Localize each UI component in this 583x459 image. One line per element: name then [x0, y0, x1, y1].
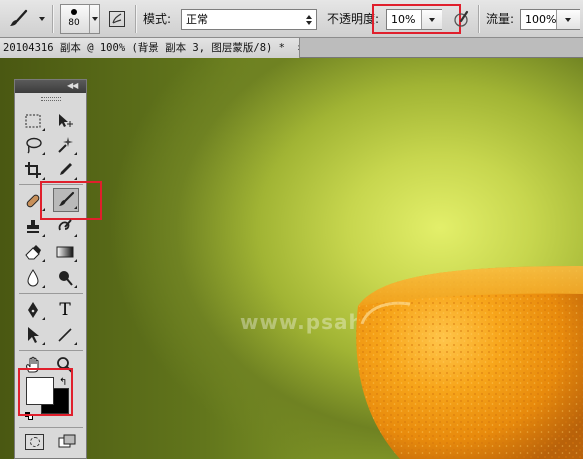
- flow-input[interactable]: 100%: [520, 9, 580, 30]
- magic-wand-tool[interactable]: [52, 133, 78, 157]
- blend-mode-select[interactable]: 正常: [181, 9, 317, 30]
- drop-icon: [27, 269, 39, 287]
- chevron-down-icon: [39, 17, 45, 21]
- blur-tool[interactable]: [20, 266, 46, 290]
- flow-dropdown-button[interactable]: [556, 10, 580, 29]
- chevron-down-icon: [565, 18, 571, 22]
- rectangle-marquee-icon: [25, 114, 41, 128]
- divider: [19, 427, 83, 428]
- collapse-arrows-icon[interactable]: ◀◀: [67, 81, 78, 90]
- magic-wand-icon: [58, 137, 73, 153]
- orange-image: [356, 266, 583, 459]
- brush-tip-dot: [71, 9, 77, 15]
- history-brush-tool[interactable]: [52, 215, 78, 239]
- pressure-opacity-button[interactable]: [452, 9, 472, 29]
- gradient-tool[interactable]: [52, 240, 78, 264]
- color-swatches-highlight-box: [18, 368, 73, 416]
- opacity-value: 10%: [391, 13, 416, 26]
- crop-tool[interactable]: [20, 158, 46, 182]
- opacity-dropdown-button[interactable]: [421, 10, 442, 29]
- document-canvas[interactable]: www.psahz.com: [0, 58, 583, 459]
- move-tool[interactable]: [52, 109, 78, 133]
- pen-pressure-icon: [454, 10, 469, 27]
- eraser-tool[interactable]: [20, 240, 46, 264]
- tools-panel-header[interactable]: ◀◀: [15, 80, 86, 93]
- brush-panel-toggle-button[interactable]: [107, 9, 127, 29]
- line-icon: [58, 328, 72, 342]
- updown-arrows-icon: [306, 12, 312, 27]
- crop-icon: [25, 162, 41, 178]
- divider: [19, 293, 83, 294]
- brush-panel-icon: [109, 11, 125, 27]
- brush-size-value: 80: [68, 18, 80, 28]
- quick-mask-icon: [29, 437, 40, 447]
- dodge-icon: [59, 271, 73, 286]
- grip-handle[interactable]: [41, 97, 61, 101]
- mode-label: 模式:: [143, 12, 172, 26]
- chevron-down-icon: [92, 17, 98, 21]
- path-selection-tool[interactable]: [20, 323, 46, 347]
- close-icon[interactable]: ×: [297, 42, 299, 54]
- opacity-input[interactable]: 10%: [386, 9, 442, 30]
- pen-tool[interactable]: [20, 298, 46, 322]
- history-brush-icon: [58, 219, 72, 231]
- marquee-tool[interactable]: [20, 109, 46, 133]
- separator: [52, 5, 54, 33]
- eyedropper-tool[interactable]: [52, 158, 78, 182]
- flow-value: 100%: [525, 13, 557, 26]
- tool-preset-picker[interactable]: [6, 8, 46, 30]
- blend-mode-value: 正常: [186, 13, 208, 26]
- line-tool[interactable]: [52, 323, 78, 347]
- brush-size-picker[interactable]: 80: [60, 4, 100, 34]
- flow-label: 流量:: [486, 12, 515, 26]
- screen-mode-icon: [58, 434, 76, 448]
- type-tool[interactable]: T: [52, 298, 78, 322]
- move-arrow-icon: [59, 114, 73, 127]
- document-tab[interactable]: 20104316 副本 @ 100% (背景 副本 3, 图层蒙版/8) * ×: [0, 38, 300, 58]
- document-tab-title: 20104316 副本 @ 100% (背景 副本 3, 图层蒙版/8) *: [3, 42, 286, 54]
- tools-panel: ◀◀ T ↰: [14, 79, 102, 459]
- chevron-down-icon: [429, 18, 435, 22]
- arrow-cursor-icon: [28, 327, 39, 343]
- clone-stamp-tool[interactable]: [20, 215, 46, 239]
- dodge-tool[interactable]: [52, 266, 78, 290]
- brush-icon: [10, 9, 28, 26]
- pen-icon: [28, 302, 38, 318]
- gradient-icon: [56, 246, 74, 258]
- separator: [135, 5, 137, 33]
- options-bar: 80 模式: 正常 不透明度: 10% 流量: 100%: [0, 0, 583, 38]
- quick-mask-button[interactable]: [25, 434, 44, 450]
- divider: [19, 350, 83, 351]
- lasso-icon: [26, 137, 42, 154]
- stamp-icon: [27, 220, 39, 233]
- separator: [478, 5, 480, 33]
- eyedropper-icon: [60, 163, 72, 175]
- lasso-tool[interactable]: [20, 133, 46, 157]
- eraser-icon: [25, 245, 41, 260]
- screen-mode-button[interactable]: [58, 434, 76, 448]
